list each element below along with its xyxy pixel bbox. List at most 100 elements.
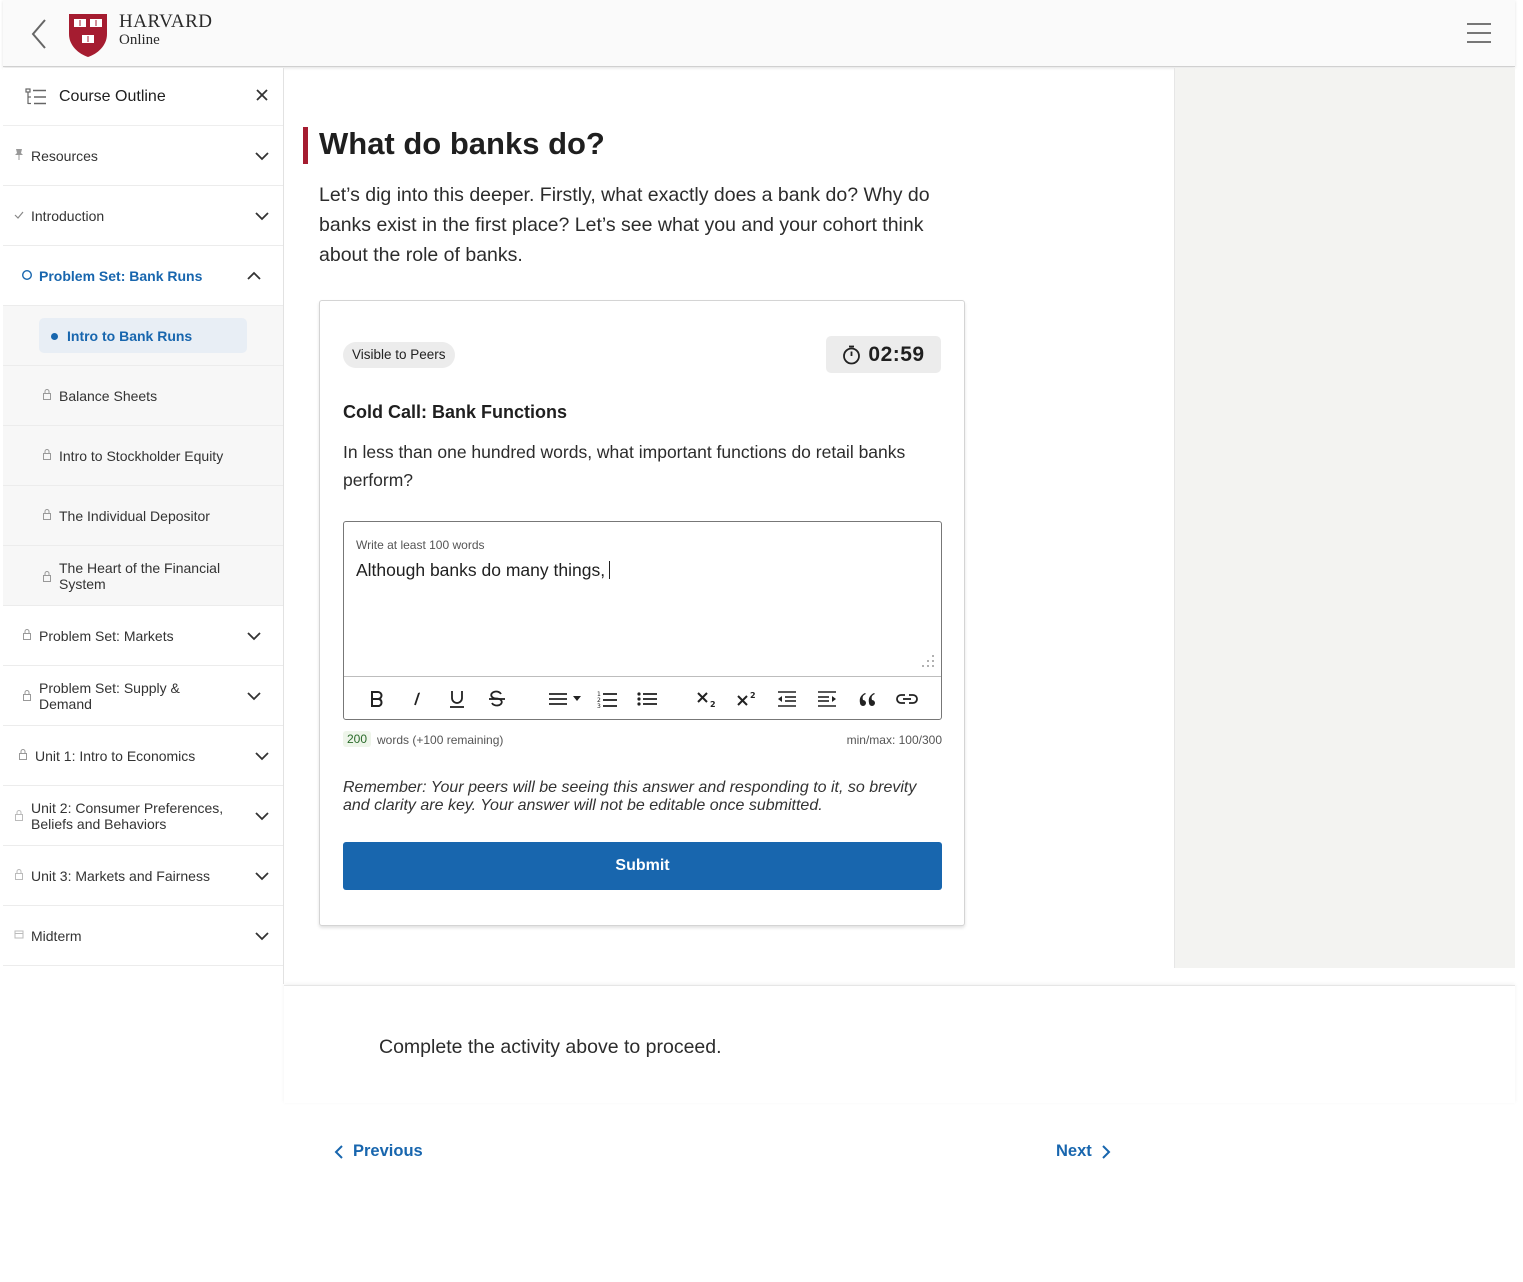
sidebar-item-the-individual-depositor[interactable]: The Individual Depositor <box>3 486 283 546</box>
question-text: In less than one hundred words, what imp… <box>343 442 906 490</box>
answer-editor[interactable]: Write at least 100 words Although banks … <box>343 521 942 720</box>
back-arrow-icon[interactable] <box>25 16 55 52</box>
chevron-left-icon <box>334 1144 343 1159</box>
check-icon <box>14 211 24 219</box>
course-outline-sidebar: Course Outline Resources Introduction Pr… <box>3 68 284 984</box>
logo-title: HARVARD <box>119 11 213 32</box>
sidebar-item-introduction[interactable]: Introduction <box>3 186 283 246</box>
chevron-down-icon[interactable] <box>255 932 269 941</box>
active-lesson-highlight[interactable]: Intro to Bank Runs <box>39 318 247 353</box>
subscript-icon[interactable]: 2 <box>696 688 718 710</box>
sidebar-item-label: Balance Sheets <box>59 388 158 404</box>
word-count-badge: 200 <box>343 731 372 747</box>
proceed-banner: Complete the activity above to proceed. <box>284 985 1515 1103</box>
resize-handle-icon[interactable] <box>921 654 935 668</box>
lock-icon <box>43 571 51 582</box>
outdent-icon[interactable] <box>776 688 798 710</box>
sidebar-item-problem-set-bank-runs[interactable]: Problem Set: Bank Runs <box>3 246 283 306</box>
lock-icon <box>43 449 51 460</box>
numbered-list-icon[interactable]: 123 <box>596 688 618 710</box>
sidebar-item-label: Unit 3: Markets and Fairness <box>31 868 210 884</box>
chevron-down-icon[interactable] <box>247 692 261 701</box>
sidebar-item-label: Introduction <box>31 208 105 224</box>
chevron-right-icon <box>1102 1144 1111 1159</box>
circle-icon <box>21 269 33 281</box>
previous-button[interactable]: Previous <box>333 1142 423 1161</box>
intro-paragraph: Let’s dig into this deeper. Firstly, wha… <box>319 184 930 266</box>
course-outline-header: Course Outline <box>3 68 283 126</box>
harvard-online-logo[interactable]: HARVARD Online <box>67 12 212 58</box>
sidebar-item-unit-2[interactable]: Unit 2: Consumer Preferences, Beliefs an… <box>3 786 283 846</box>
next-label: Next <box>1056 1142 1092 1160</box>
stopwatch-icon <box>843 345 861 364</box>
countdown-timer: 02:59 <box>826 336 941 373</box>
underline-icon[interactable] <box>446 688 468 710</box>
svg-text:2: 2 <box>710 700 716 708</box>
next-button[interactable]: Next <box>1056 1142 1112 1161</box>
hamburger-menu-icon[interactable] <box>1467 22 1491 44</box>
lock-icon <box>43 509 51 520</box>
answer-text-field[interactable]: Although banks do many things, <box>356 560 611 581</box>
answer-text: Although banks do many things, <box>356 560 606 580</box>
page-title: What do banks do? <box>319 126 605 161</box>
strikethrough-icon[interactable] <box>486 688 508 710</box>
italic-icon[interactable] <box>406 688 428 710</box>
sidebar-item-unit-3[interactable]: Unit 3: Markets and Fairness <box>3 846 283 906</box>
sidebar-item-label: Unit 1: Intro to Economics <box>35 748 196 764</box>
sidebar-item-intro-to-stockholder-equity[interactable]: Intro to Stockholder Equity <box>3 426 283 486</box>
pin-icon <box>15 149 23 160</box>
sidebar-item-label: The Heart of the Financial System <box>59 560 221 592</box>
calendar-icon <box>14 930 24 939</box>
sidebar-item-balance-sheets[interactable]: Balance Sheets <box>3 366 283 426</box>
bullet-list-icon[interactable] <box>636 688 658 710</box>
sidebar-item-label: Midterm <box>31 928 82 944</box>
sidebar-item-intro-to-bank-runs[interactable]: Intro to Bank Runs <box>3 306 283 366</box>
proceed-message: Complete the activity above to proceed. <box>379 1036 722 1058</box>
blockquote-icon[interactable] <box>856 688 878 710</box>
svg-text:2: 2 <box>750 691 756 700</box>
svg-text:3: 3 <box>597 703 601 708</box>
sidebar-scroll-fade <box>3 966 283 984</box>
chevron-down-icon[interactable] <box>255 752 269 761</box>
lock-icon <box>43 389 51 400</box>
active-dot-icon <box>51 333 58 340</box>
chevron-down-icon[interactable] <box>255 212 269 221</box>
chevron-down-icon[interactable] <box>247 632 261 641</box>
course-outline-title: Course Outline <box>59 87 166 105</box>
sidebar-item-midterm[interactable]: Midterm <box>3 906 283 966</box>
align-dropdown-icon[interactable] <box>548 688 584 710</box>
bold-icon[interactable] <box>366 688 388 710</box>
timer-value: 02:59 <box>868 342 925 366</box>
indent-icon[interactable] <box>816 688 838 710</box>
sidebar-item-label: Intro to Stockholder Equity <box>59 448 224 464</box>
superscript-icon[interactable]: 2 <box>736 688 758 710</box>
sidebar-item-the-heart-of-the-financial-system[interactable]: The Heart of the Financial System <box>3 546 283 606</box>
min-max-text: min/max: 100/300 <box>846 733 942 747</box>
visibility-badge: Visible to Peers <box>343 342 455 368</box>
link-icon[interactable] <box>896 688 918 710</box>
close-icon[interactable] <box>255 88 269 102</box>
logo-subtitle: Online <box>119 32 160 48</box>
sidebar-item-problem-set-markets[interactable]: Problem Set: Markets <box>3 606 283 666</box>
lock-icon <box>19 749 27 760</box>
top-header: HARVARD Online <box>3 0 1515 67</box>
chevron-up-icon[interactable] <box>247 271 261 280</box>
sidebar-item-resources[interactable]: Resources <box>3 126 283 186</box>
sidebar-item-unit-1[interactable]: Unit 1: Intro to Economics <box>3 726 283 786</box>
sidebar-item-label: Problem Set: Supply & Demand <box>39 680 180 712</box>
right-side-panel <box>1174 68 1515 968</box>
sidebar-item-label: Intro to Bank Runs <box>67 328 193 344</box>
lock-icon <box>15 869 23 880</box>
sidebar-item-label: Unit 2: Consumer Preferences, Beliefs an… <box>31 800 224 832</box>
submit-button[interactable]: Submit <box>343 842 942 890</box>
chevron-down-icon[interactable] <box>255 812 269 821</box>
word-count-text: words (+100 remaining) <box>377 733 504 747</box>
chevron-down-icon[interactable] <box>255 872 269 881</box>
question-title: Cold Call: Bank Functions <box>343 402 568 422</box>
editor-placeholder-label: Write at least 100 words <box>356 538 485 552</box>
activity-card: Visible to Peers 02:59 Cold Call: Bank F… <box>319 300 965 926</box>
lock-icon <box>23 690 31 701</box>
sidebar-item-problem-set-supply-demand[interactable]: Problem Set: Supply & Demand <box>3 666 283 726</box>
chevron-down-icon[interactable] <box>255 152 269 161</box>
harvard-shield-icon <box>69 14 107 57</box>
